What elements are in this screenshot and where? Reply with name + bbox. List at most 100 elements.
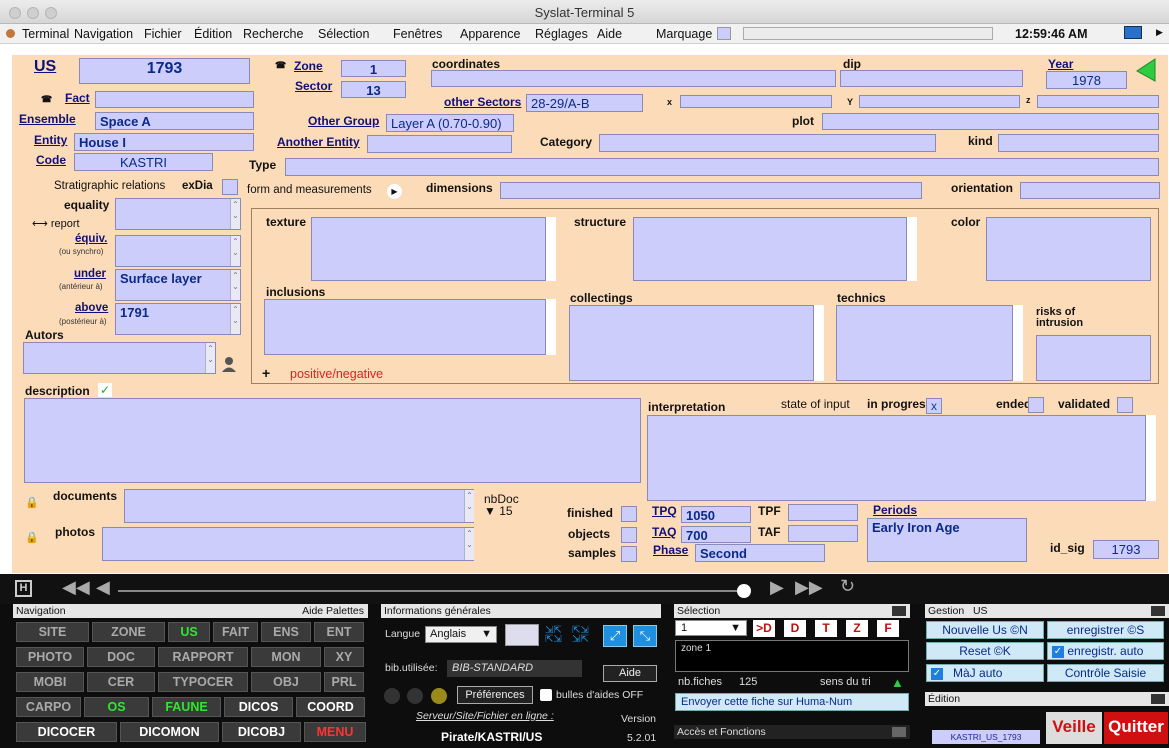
dip-field[interactable] xyxy=(840,70,1023,87)
risks-field[interactable] xyxy=(1036,335,1151,381)
nouvelle-us-button[interactable]: Nouvelle Us ©N xyxy=(926,621,1044,639)
enreg-auto-toggle[interactable]: ✓ enregistr. auto xyxy=(1047,642,1164,660)
year-field[interactable]: 1978 xyxy=(1046,71,1127,89)
nav-button-zone[interactable]: ZONE xyxy=(92,622,165,642)
under-scroll[interactable]: ⌃ ⌄ xyxy=(230,270,240,300)
technics-field[interactable] xyxy=(836,305,1013,381)
taq-field[interactable]: 700 xyxy=(681,526,751,543)
nav-button-ent[interactable]: ENT xyxy=(314,622,364,642)
z-field[interactable] xyxy=(1037,95,1159,108)
interpretation-field[interactable] xyxy=(647,415,1146,501)
nav-button-coord[interactable]: COORD xyxy=(296,697,365,717)
person-icon[interactable] xyxy=(220,355,238,373)
play-icon[interactable]: ▶ xyxy=(387,184,402,199)
refresh-icon[interactable]: ↻ xyxy=(840,576,855,597)
entity-field[interactable]: House I xyxy=(74,133,254,151)
serveur-link[interactable]: Serveur/Site/Fichier en ligne : xyxy=(416,710,554,722)
nav-button-mon[interactable]: MON xyxy=(251,647,321,667)
shrink-icon[interactable]: ⇲⇱ ⇱⇲ xyxy=(545,626,562,645)
x-field[interactable] xyxy=(680,95,832,108)
equiv-field[interactable] xyxy=(115,235,241,267)
sector-field[interactable]: 13 xyxy=(341,81,406,98)
selection-text[interactable]: zone 1 xyxy=(675,640,909,672)
technics-scroll[interactable] xyxy=(1013,305,1023,381)
photos-scroll[interactable]: ⌃ ⌄ xyxy=(464,528,474,560)
exdia-checkbox[interactable] xyxy=(222,179,238,195)
under-field[interactable]: Surface layer xyxy=(115,269,241,301)
idsig-field[interactable]: 1793 xyxy=(1093,540,1159,559)
enregistrer-button[interactable]: enregistrer ©S xyxy=(1047,621,1164,639)
humanum-button[interactable]: Envoyer cette fiche sur Huma-Num xyxy=(675,693,909,711)
marquage-field[interactable] xyxy=(743,27,993,40)
texture-field[interactable] xyxy=(311,217,546,281)
selection-letter-5[interactable]: F xyxy=(877,620,899,637)
inclusions-scroll[interactable] xyxy=(546,299,556,355)
previous-record-icon[interactable]: ◀ xyxy=(96,577,110,598)
selection-letter-1[interactable]: >D xyxy=(753,620,775,637)
structure-field[interactable] xyxy=(633,217,907,281)
sort-up-icon[interactable]: ▲ xyxy=(891,675,904,690)
next-record-icon[interactable]: ▶ xyxy=(770,577,784,598)
dimensions-field[interactable] xyxy=(500,182,922,199)
entity-label[interactable]: Entity xyxy=(34,133,67,147)
selection-number-select[interactable]: 1 ▼ xyxy=(675,620,747,636)
nav-button-fait[interactable]: FAIT xyxy=(213,622,258,642)
panel-toggle-icon[interactable] xyxy=(892,606,906,616)
bulles-checkbox[interactable] xyxy=(540,689,552,701)
kind-field[interactable] xyxy=(998,134,1159,152)
fact-field[interactable] xyxy=(95,91,254,108)
nav-button-dicos[interactable]: DICOS xyxy=(224,697,293,717)
finished-checkbox[interactable] xyxy=(621,506,637,522)
texture-scroll[interactable] xyxy=(546,217,556,281)
save-disk-icon[interactable]: H xyxy=(15,580,32,597)
collectings-scroll[interactable] xyxy=(814,305,824,381)
positive-negative-label[interactable]: positive/negative xyxy=(290,367,383,381)
y-field[interactable] xyxy=(859,95,1020,108)
menu-navigation[interactable]: Navigation xyxy=(74,27,133,41)
tpq-field[interactable]: 1050 xyxy=(681,506,751,523)
controle-saisie-button[interactable]: Contrôle Saisie xyxy=(1047,664,1164,682)
menu-edition[interactable]: Édition xyxy=(194,27,232,41)
preferences-button[interactable]: Préférences xyxy=(457,686,533,704)
description-check-icon[interactable]: ✓ xyxy=(98,383,112,397)
color-field[interactable] xyxy=(986,217,1151,281)
samples-checkbox[interactable] xyxy=(621,546,637,562)
code-field[interactable]: KASTRI xyxy=(74,153,213,171)
marquage-checkbox[interactable] xyxy=(717,27,731,40)
selection-letter-2[interactable]: D xyxy=(784,620,806,637)
last-record-icon[interactable]: ▶▶ xyxy=(795,577,823,598)
objects-checkbox[interactable] xyxy=(621,527,637,543)
nav-button-photo[interactable]: PHOTO xyxy=(16,647,84,667)
record-slider-track[interactable] xyxy=(118,590,738,592)
reset-button[interactable]: Reset ©K xyxy=(926,642,1044,660)
panel-toggle-icon[interactable] xyxy=(892,727,906,737)
ended-checkbox[interactable] xyxy=(1028,397,1044,413)
nav-button-os[interactable]: OS xyxy=(84,697,149,717)
plot-field[interactable] xyxy=(822,113,1159,130)
nav-button-prl[interactable]: PRL xyxy=(324,672,364,692)
inclusions-field[interactable] xyxy=(264,299,546,355)
nav-button-cer[interactable]: CER xyxy=(87,672,155,692)
aide-button[interactable]: Aide xyxy=(603,665,657,682)
description-field[interactable] xyxy=(24,398,641,483)
equality-field[interactable] xyxy=(115,198,241,230)
quitter-button[interactable]: Quitter xyxy=(1104,712,1168,744)
taf-field[interactable] xyxy=(788,525,858,542)
minimize-icon[interactable]: ⤡ xyxy=(633,625,657,647)
documents-field[interactable] xyxy=(124,489,474,523)
ensemble-label[interactable]: Ensemble xyxy=(19,112,76,126)
nav-button-dicobj[interactable]: DICOBJ xyxy=(222,722,301,742)
nav-button-mobi[interactable]: MOBI xyxy=(16,672,84,692)
nav-button-doc[interactable]: DOC xyxy=(87,647,155,667)
zone-label[interactable]: Zone xyxy=(294,59,323,73)
first-record-icon[interactable]: ◀◀ xyxy=(62,577,90,598)
other-sectors-field[interactable]: 28-29/A-B xyxy=(526,94,643,112)
record-slider-thumb[interactable] xyxy=(737,584,751,598)
play-icon[interactable]: ▶ xyxy=(1156,27,1163,38)
nav-button-rapport[interactable]: RAPPORT xyxy=(158,647,248,667)
nav-button-menu[interactable]: MENU xyxy=(304,722,366,742)
bib-field[interactable]: BIB-STANDARD xyxy=(447,660,582,677)
nav-button-xy[interactable]: XY xyxy=(324,647,364,667)
documents-scroll[interactable]: ⌃ ⌄ xyxy=(464,490,474,522)
next-record-arrow-icon[interactable] xyxy=(1135,57,1157,83)
